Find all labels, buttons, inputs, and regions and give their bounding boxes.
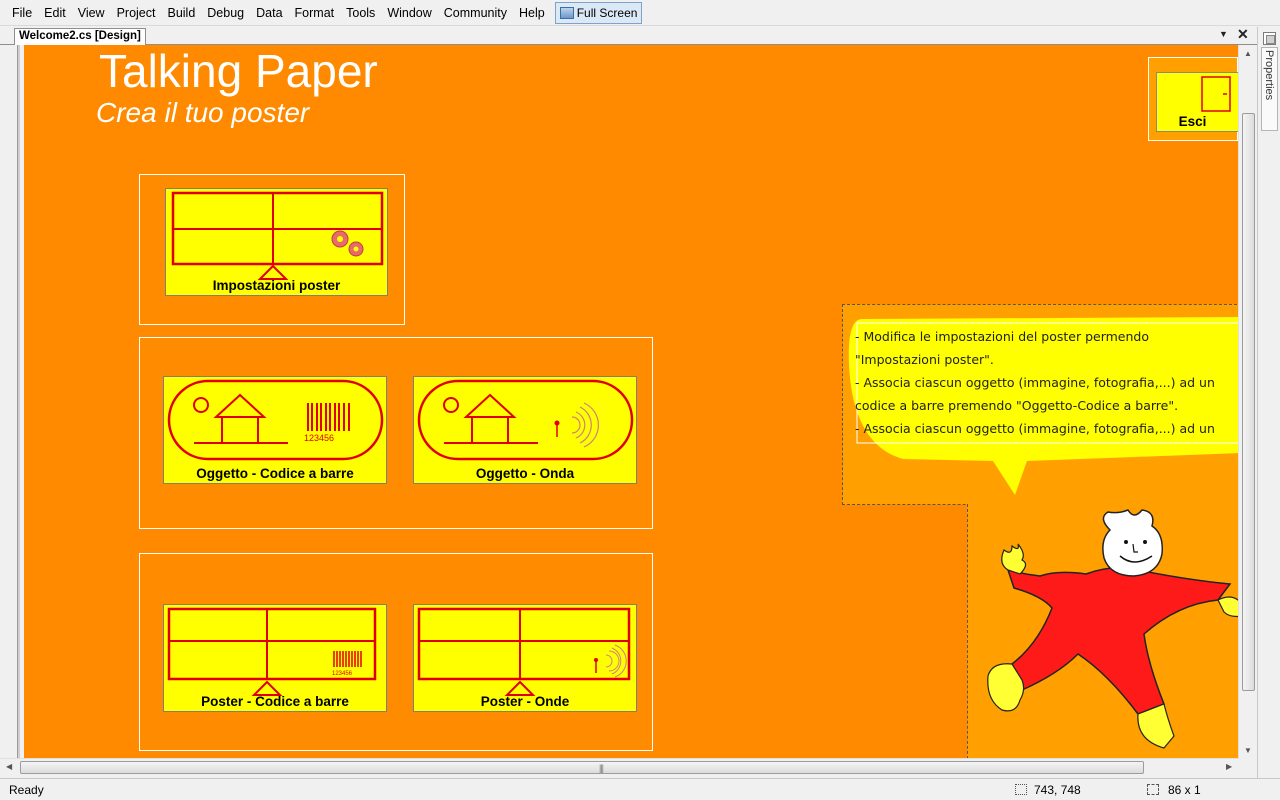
- barcode-digits: 123456: [304, 433, 334, 443]
- scroll-left-arrow-icon[interactable]: ◀: [6, 762, 12, 771]
- status-bar: Ready 743, 748 86 x 1: [0, 778, 1280, 800]
- poster-onde-button[interactable]: Poster - Onde: [413, 604, 637, 712]
- poster-onde-label: Poster - Onde: [480, 694, 570, 709]
- help-line-5: - Associa ciascun oggetto (immagine, fot…: [855, 421, 1215, 436]
- help-line-3: - Associa ciascun oggetto (immagine, fot…: [855, 375, 1215, 390]
- esci-label: Esci: [1178, 114, 1207, 129]
- scroll-up-arrow-icon[interactable]: ▲: [1244, 49, 1252, 58]
- full-screen-label: Full Screen: [576, 5, 638, 20]
- full-screen-button[interactable]: Full Screen: [554, 1, 643, 24]
- help-line-4: codice a barre premendo "Oggetto-Codice …: [855, 398, 1179, 413]
- document-tab-strip: Welcome2.cs [Design] ▼ ✕: [0, 26, 1257, 45]
- properties-tab-label: Properties: [1263, 50, 1275, 101]
- oggetto-codice-button[interactable]: 123456 Oggetto - Codice a barre: [163, 376, 387, 484]
- tab-welcome2-design[interactable]: Welcome2.cs [Design]: [14, 28, 146, 45]
- poster-codice-label: Poster - Codice a barre: [201, 694, 349, 709]
- impostazioni-poster-label: Impostazioni poster: [212, 278, 341, 293]
- poster-codice-button[interactable]: 123456 Poster - Codice a barre: [163, 604, 387, 712]
- side-panel: Properties: [1257, 27, 1280, 779]
- menu-view[interactable]: View: [72, 3, 111, 23]
- menu-data[interactable]: Data: [250, 3, 288, 23]
- properties-icon[interactable]: [1263, 32, 1276, 45]
- design-canvas[interactable]: Talking Paper Crea il tuo poster Imposta…: [24, 45, 1238, 758]
- app-title: Talking Paper: [99, 45, 378, 97]
- tab-list-arrow-icon[interactable]: ▼: [1219, 29, 1228, 39]
- oggetto-onda-label: Oggetto - Onda: [475, 466, 575, 481]
- help-line-2: "Impostazioni poster".: [855, 352, 994, 367]
- designer-edge: [17, 45, 20, 759]
- menu-bar: File Edit View Project Build Debug Data …: [0, 0, 1280, 26]
- help-line-1: - Modifica le impostazioni del poster pe…: [855, 329, 1149, 344]
- esci-button[interactable]: Esci: [1156, 72, 1238, 132]
- status-position: 743, 748: [1034, 783, 1081, 797]
- status-size: 86 x 1: [1168, 783, 1201, 797]
- scroll-down-arrow-icon[interactable]: ▼: [1244, 746, 1252, 755]
- position-icon: [1015, 784, 1027, 795]
- scroll-grip-icon: |||: [599, 763, 604, 773]
- menu-window[interactable]: Window: [381, 3, 437, 23]
- menu-format[interactable]: Format: [289, 3, 341, 23]
- horizontal-scroll-thumb[interactable]: |||: [20, 761, 1144, 774]
- impostazioni-poster-button[interactable]: Impostazioni poster: [165, 188, 388, 296]
- size-icon: [1147, 784, 1159, 795]
- oggetto-onda-button[interactable]: Oggetto - Onda: [413, 376, 637, 484]
- exit-panel: Esci: [1148, 57, 1238, 141]
- menu-project[interactable]: Project: [111, 3, 162, 23]
- menu-edit[interactable]: Edit: [38, 3, 72, 23]
- horizontal-scrollbar[interactable]: ◀ ||| ▶: [0, 758, 1238, 776]
- menu-help[interactable]: Help: [513, 3, 551, 23]
- app-subtitle: Crea il tuo poster: [96, 97, 310, 128]
- full-screen-icon: [559, 6, 574, 19]
- barcode-digits-small: 123456: [332, 671, 353, 677]
- status-ready: Ready: [9, 783, 44, 797]
- settings-panel: Impostazioni poster: [139, 174, 405, 325]
- oggetto-codice-label: Oggetto - Codice a barre: [196, 466, 354, 481]
- properties-tab[interactable]: Properties: [1261, 47, 1278, 131]
- vertical-scroll-thumb[interactable]: [1242, 113, 1255, 691]
- scroll-right-arrow-icon[interactable]: ▶: [1226, 762, 1232, 771]
- help-bubble-area: - Modifica le impostazioni del poster pe…: [842, 304, 1238, 505]
- menu-file[interactable]: File: [6, 3, 38, 23]
- object-panel: 123456 Oggetto - Codice a barre Oggetto …: [139, 337, 653, 529]
- help-text: - Modifica le impostazioni del poster pe…: [855, 325, 1237, 440]
- mascot-area: [967, 504, 1238, 758]
- poster-panel: 123456 Poster - Codice a barre Poster - …: [139, 553, 653, 751]
- menu-debug[interactable]: Debug: [201, 3, 250, 23]
- vertical-scrollbar[interactable]: ▲ ▼: [1238, 45, 1257, 759]
- menu-community[interactable]: Community: [438, 3, 513, 23]
- mascot-character-image: [987, 509, 1238, 749]
- menu-build[interactable]: Build: [161, 3, 201, 23]
- menu-tools[interactable]: Tools: [340, 3, 381, 23]
- close-document-icon[interactable]: ✕: [1237, 26, 1249, 43]
